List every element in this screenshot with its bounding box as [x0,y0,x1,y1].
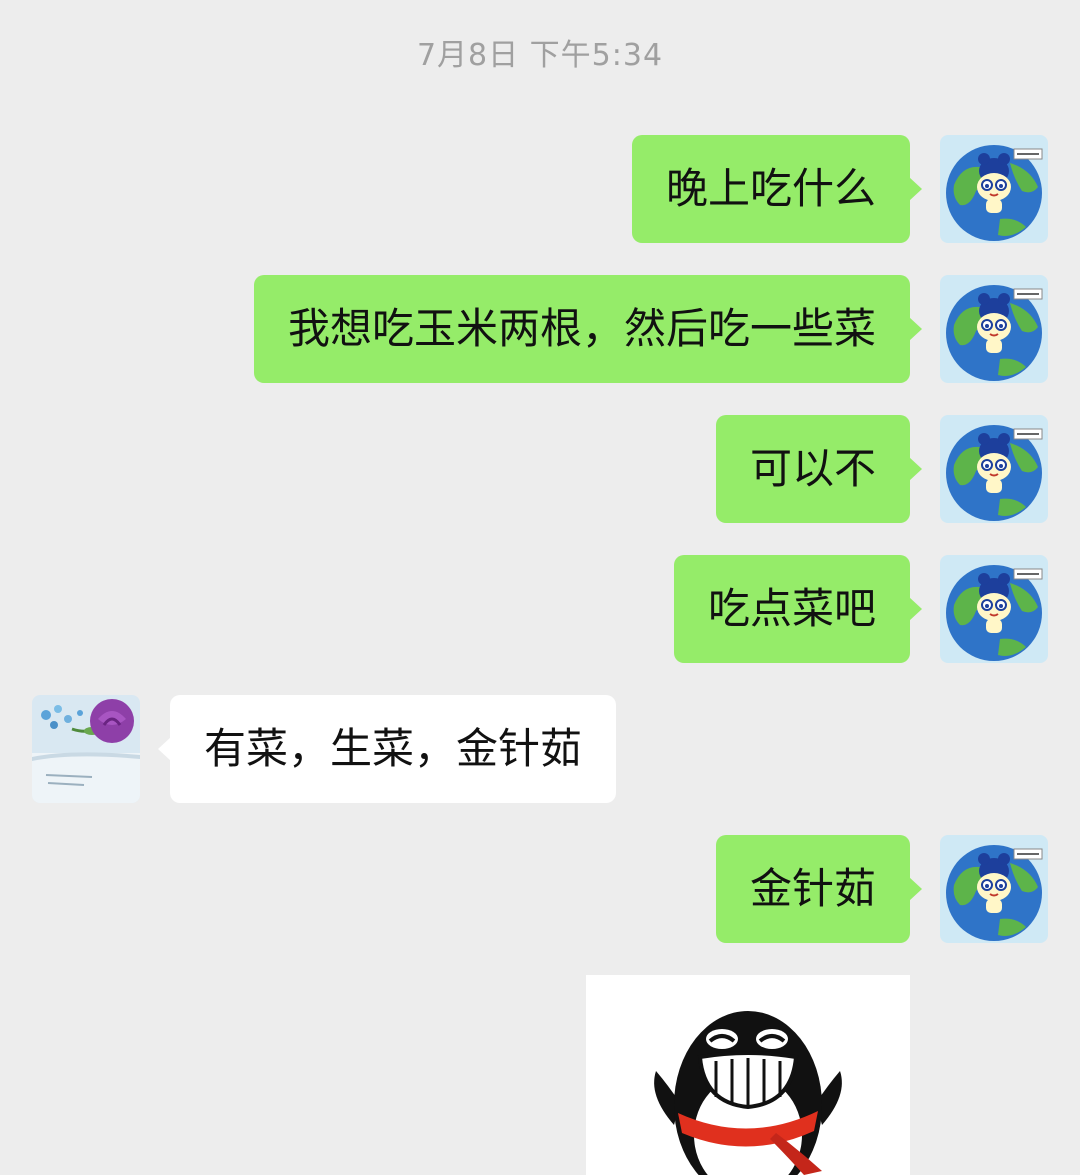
message-bubble-sent[interactable]: 晚上吃什么 [631,135,923,243]
contact-avatar[interactable] [32,695,140,803]
message-bubble-sent[interactable]: 吃点菜吧 [673,555,923,663]
sticker-message[interactable] [586,975,910,1175]
message-row: 吃点菜吧 [0,555,1080,663]
earth-character-icon [940,555,1048,663]
message-row: 可以不 [0,415,1080,523]
message-row: 有菜，生菜，金针茹 [0,695,1080,803]
message-bubble-received[interactable]: 有菜，生菜，金针茹 [157,695,617,803]
message-row: 晚上吃什么 [0,135,1080,243]
earth-character-icon [940,835,1048,943]
my-avatar[interactable] [940,835,1048,943]
rose-icon [32,695,140,803]
message-bubble-sent[interactable]: 可以不 [715,415,923,523]
my-avatar[interactable] [940,555,1048,663]
chat-timestamp: 7月8日 下午5:34 [416,38,664,73]
message-bubble-sent[interactable]: 我想吃玉米两根，然后吃一些菜 [253,275,923,383]
my-avatar[interactable] [940,135,1048,243]
earth-character-icon [940,415,1048,523]
qq-penguin-laughing-sticker-icon [586,975,910,1175]
my-avatar[interactable] [940,415,1048,523]
earth-character-icon [940,275,1048,383]
message-bubble-sent[interactable]: 金针茹 [715,835,923,943]
earth-character-icon [940,135,1048,243]
message-row: 我想吃玉米两根，然后吃一些菜 [0,275,1080,383]
my-avatar[interactable] [940,275,1048,383]
message-row: 金针茹 [0,835,1080,943]
